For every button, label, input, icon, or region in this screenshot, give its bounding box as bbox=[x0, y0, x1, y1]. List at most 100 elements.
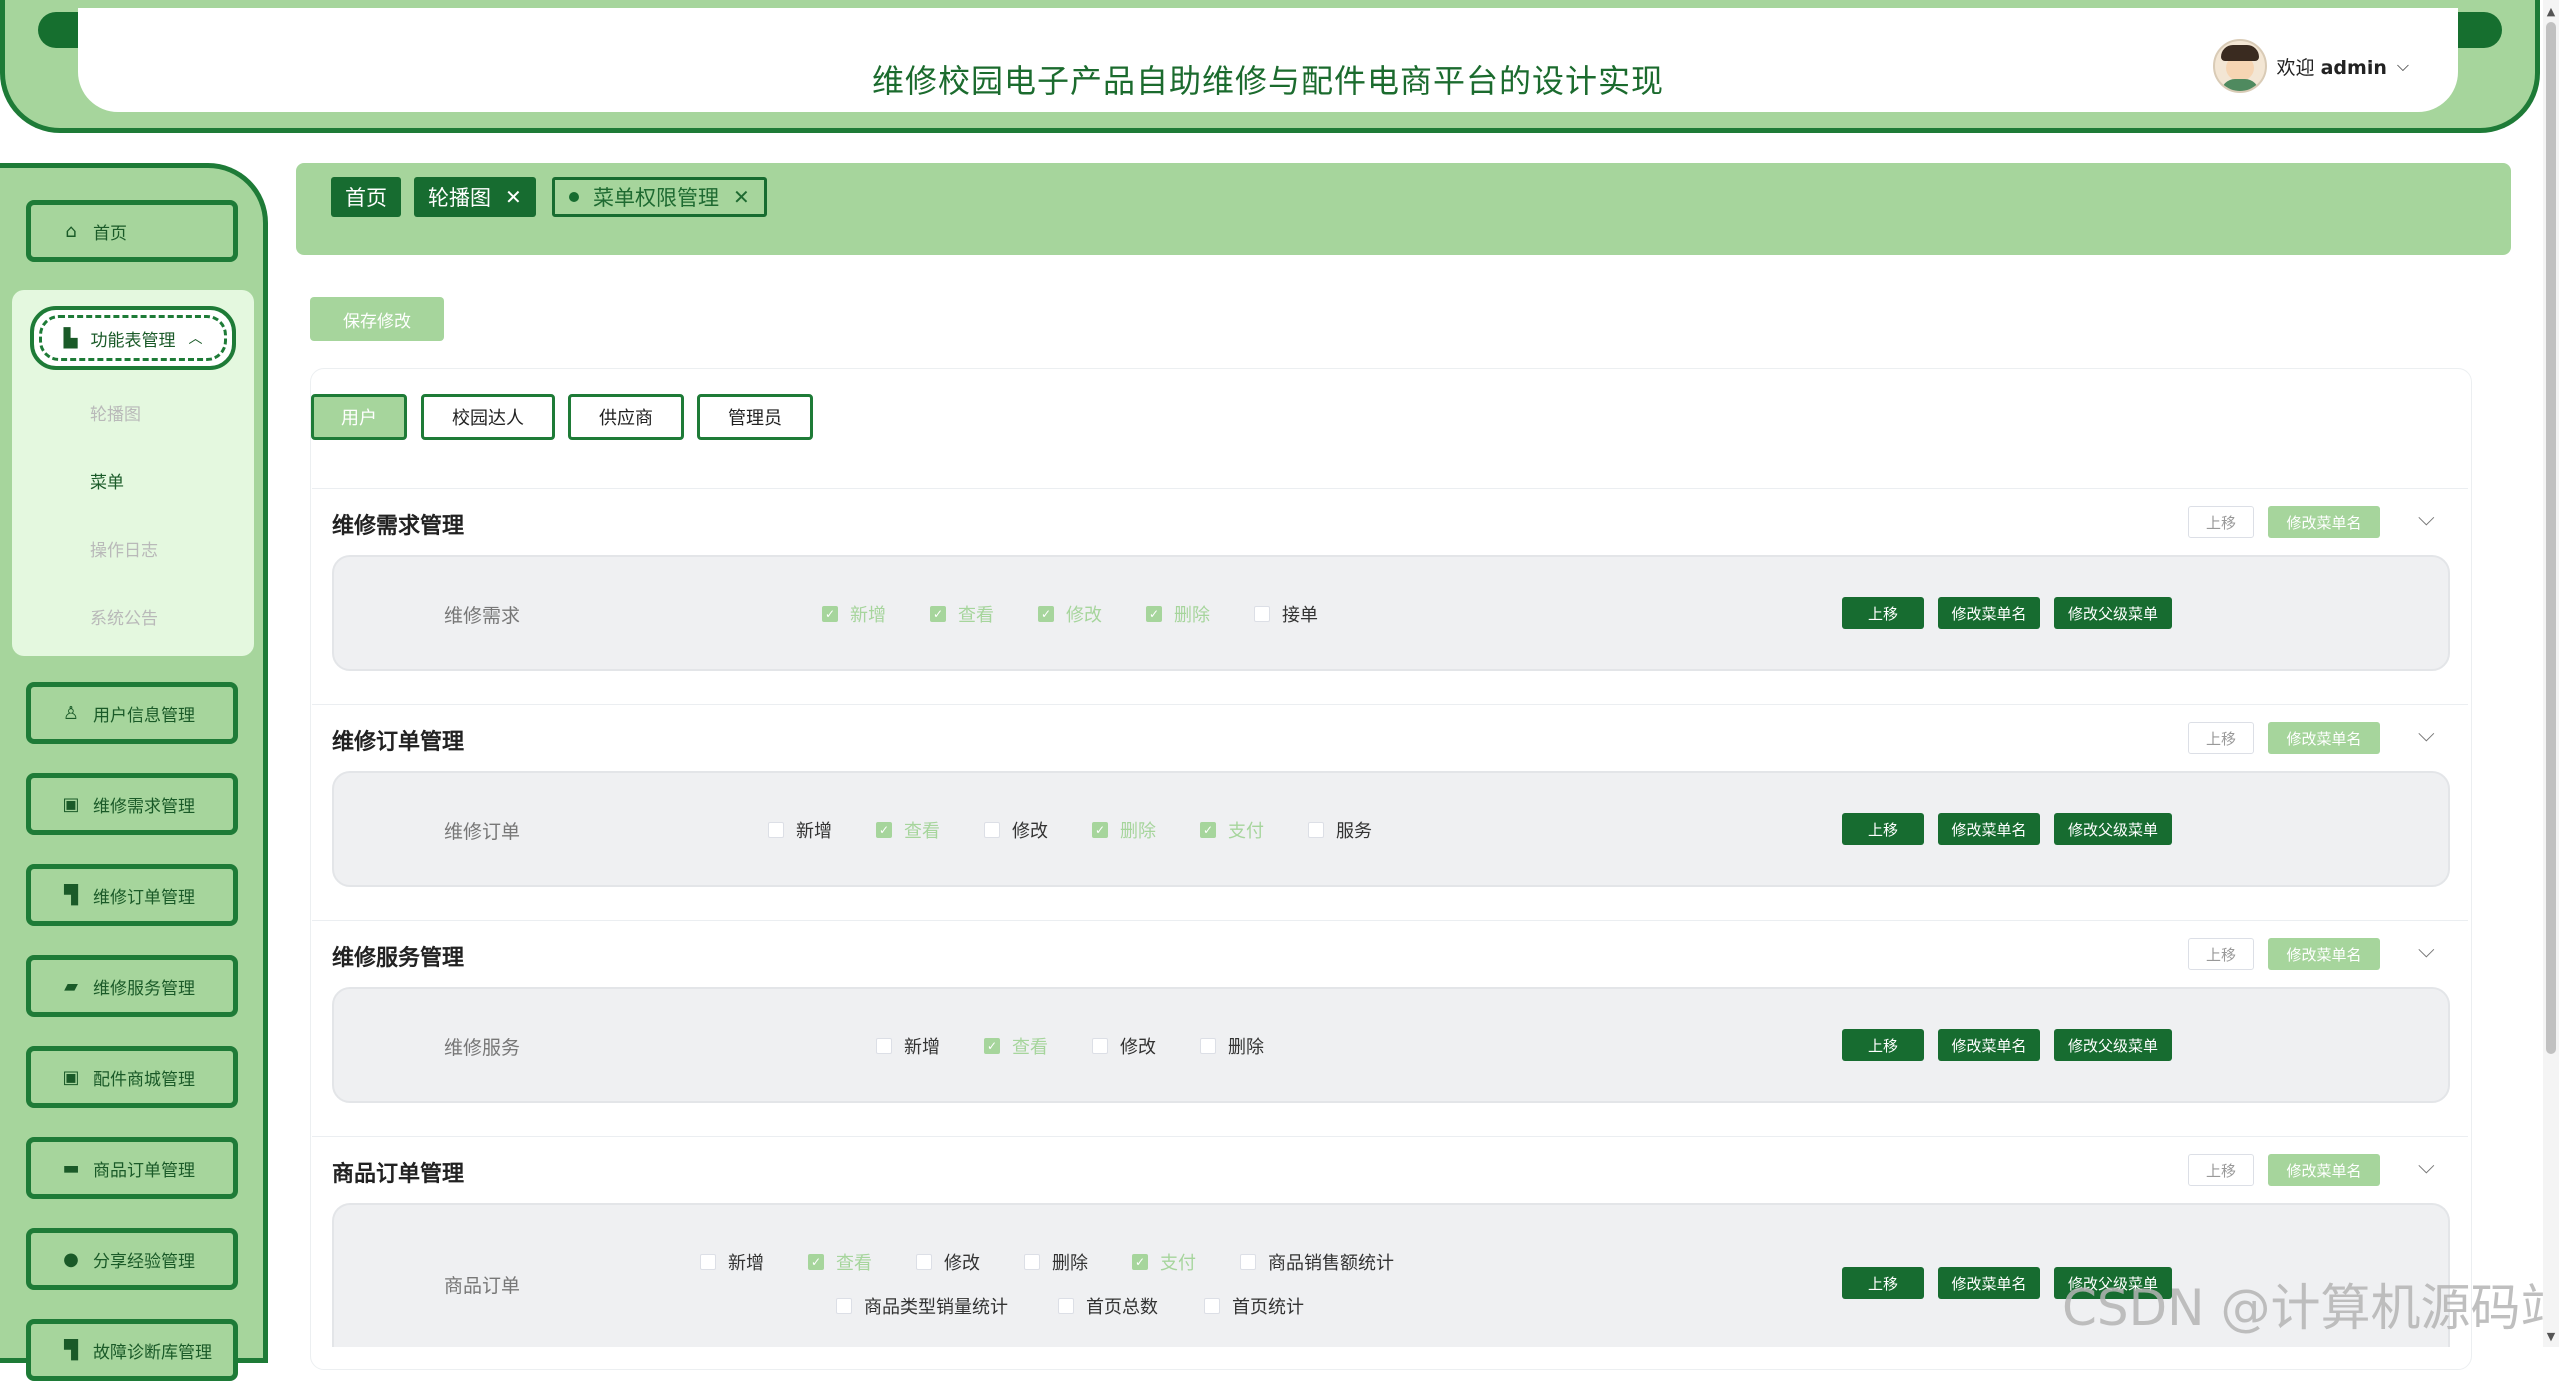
perm-checkbox[interactable]: 服务 bbox=[1308, 817, 1372, 843]
username: admin bbox=[2320, 56, 2387, 79]
sidebar-item-goods-order[interactable]: ▬ 商品订单管理 bbox=[26, 1137, 238, 1199]
scrollbar-thumb[interactable] bbox=[2546, 22, 2556, 1054]
move-up-button[interactable]: 上移 bbox=[1842, 1029, 1924, 1061]
perm-checkbox[interactable]: ✓ 修改 bbox=[1038, 601, 1102, 627]
perm-checkbox[interactable]: 首页总数 bbox=[1058, 1293, 1158, 1319]
perm-checkbox[interactable]: 修改 bbox=[984, 817, 1048, 843]
perm-checkbox[interactable]: ✓ 新增 bbox=[822, 601, 886, 627]
move-up-button[interactable]: 上移 bbox=[1842, 813, 1924, 845]
chevron-up-icon: ︿ bbox=[188, 331, 203, 347]
perm-checkbox[interactable]: 新增 bbox=[768, 817, 832, 843]
folder-icon: ▰ bbox=[64, 975, 78, 997]
sidebar-item-repair-service[interactable]: ▰ 维修服务管理 bbox=[26, 955, 238, 1017]
submenu-item-log[interactable]: 操作日志 bbox=[90, 536, 158, 561]
sidebar-item-label: 配件商城管理 bbox=[93, 1069, 195, 1090]
tab-user[interactable]: 用户 bbox=[311, 394, 407, 440]
perm-checkbox[interactable]: 修改 bbox=[1092, 1033, 1156, 1059]
tag-carousel[interactable]: 轮播图 ✕ bbox=[414, 177, 536, 217]
perm-checkbox[interactable]: ✓ 查看 bbox=[876, 817, 940, 843]
section-title: 维修服务管理 bbox=[332, 946, 465, 971]
rename-parent-button[interactable]: 修改父级菜单 bbox=[2054, 1029, 2172, 1061]
submenu-item-carousel[interactable]: 轮播图 bbox=[90, 400, 141, 425]
sidebar-item-users[interactable]: ♙ 用户信息管理 bbox=[26, 682, 238, 744]
perm-checkbox[interactable]: ✓ 查看 bbox=[808, 1249, 872, 1275]
tab-campus-expert[interactable]: 校园达人 bbox=[421, 394, 555, 440]
tag-menu-permission[interactable]: 菜单权限管理 ✕ bbox=[552, 177, 767, 217]
close-icon[interactable]: ✕ bbox=[505, 185, 522, 209]
chevron-down-icon[interactable]: ⌵ bbox=[2418, 1154, 2435, 1179]
sidebar-item-label: 功能表管理 bbox=[90, 330, 176, 351]
perm-checkbox[interactable]: 商品销售额统计 bbox=[1240, 1249, 1394, 1275]
rename-menu-button[interactable]: 修改菜单名 bbox=[1938, 813, 2040, 845]
rename-parent-button[interactable]: 修改父级菜单 bbox=[2054, 597, 2172, 629]
check-circle-icon: ● bbox=[63, 1248, 79, 1270]
sidebar-item-diagnosis[interactable]: ▜ 故障诊断库管理 bbox=[26, 1319, 238, 1381]
sidebar-item-home[interactable]: ⌂ 首页 bbox=[26, 200, 238, 262]
menu-item-name: 维修订单 bbox=[444, 821, 521, 843]
perm-checkbox[interactable]: ✓ 支付 bbox=[1200, 817, 1264, 843]
perm-checkbox[interactable]: ✓ 支付 bbox=[1132, 1249, 1196, 1275]
active-dot-icon bbox=[569, 192, 579, 202]
sidebar-item-parts-mall[interactable]: ▣ 配件商城管理 bbox=[26, 1046, 238, 1108]
sidebar-item-label: 故障诊断库管理 bbox=[93, 1342, 212, 1363]
move-up-button[interactable]: 上移 bbox=[1842, 597, 1924, 629]
tab-admin[interactable]: 管理员 bbox=[697, 394, 813, 440]
menu-item-name: 维修服务 bbox=[444, 1037, 521, 1059]
rename-menu-button[interactable]: 修改菜单名 bbox=[1938, 597, 2040, 629]
section-up-button[interactable]: 上移 bbox=[2188, 722, 2254, 754]
rename-parent-button[interactable]: 修改父级菜单 bbox=[2054, 813, 2172, 845]
chevron-down-icon[interactable]: ⌵ bbox=[2418, 506, 2435, 531]
chevron-down-icon[interactable]: ⌵ bbox=[2418, 938, 2435, 963]
perm-checkbox[interactable]: 新增 bbox=[876, 1033, 940, 1059]
section-up-button[interactable]: 上移 bbox=[2188, 506, 2254, 538]
perm-checkbox[interactable]: 修改 bbox=[916, 1249, 980, 1275]
section-rename-button[interactable]: 修改菜单名 bbox=[2268, 1154, 2380, 1186]
user-icon: ♙ bbox=[62, 702, 80, 724]
close-icon[interactable]: ✕ bbox=[733, 185, 750, 209]
perm-checkbox[interactable]: ✓ 删除 bbox=[1146, 601, 1210, 627]
perm-checkbox[interactable]: 新增 bbox=[700, 1249, 764, 1275]
chip-icon: ▣ bbox=[62, 793, 80, 815]
chevron-down-icon[interactable]: ⌵ bbox=[2418, 722, 2435, 747]
perm-checkbox[interactable]: 接单 bbox=[1254, 601, 1318, 627]
perm-checkbox[interactable]: 首页统计 bbox=[1204, 1293, 1304, 1319]
section-rename-button[interactable]: 修改菜单名 bbox=[2268, 722, 2380, 754]
rename-menu-button[interactable]: 修改菜单名 bbox=[1938, 1029, 2040, 1061]
section-up-button[interactable]: 上移 bbox=[2188, 938, 2254, 970]
welcome-text: 欢迎 admin bbox=[2277, 53, 2387, 80]
submenu-item-notice[interactable]: 系统公告 bbox=[90, 604, 158, 629]
section-rename-button[interactable]: 修改菜单名 bbox=[2268, 938, 2380, 970]
tag-label: 轮播图 bbox=[428, 186, 491, 210]
cart-icon: ▜ bbox=[64, 1339, 78, 1361]
section-rename-button[interactable]: 修改菜单名 bbox=[2268, 506, 2380, 538]
submenu-item-menu[interactable]: 菜单 bbox=[90, 468, 124, 493]
perm-checkbox[interactable]: ✓ 删除 bbox=[1092, 817, 1156, 843]
tag-home[interactable]: 首页 bbox=[331, 177, 401, 217]
move-up-button[interactable]: 上移 bbox=[1842, 1267, 1924, 1299]
menu-item-name: 商品订单 bbox=[444, 1275, 521, 1297]
perm-checkbox[interactable]: 删除 bbox=[1024, 1249, 1088, 1275]
save-button[interactable]: 保存修改 bbox=[310, 297, 444, 341]
menu-item-card: 维修服务 新增 ✓ 查看 修改 删除 上移 修改菜单名 修改父级菜单 bbox=[332, 987, 2450, 1103]
sidebar-item-share[interactable]: ● 分享经验管理 bbox=[26, 1228, 238, 1290]
menu-item-name: 维修需求 bbox=[444, 605, 521, 627]
sidebar-item-function[interactable]: ▙ 功能表管理 ︿ bbox=[30, 306, 236, 370]
rename-menu-button[interactable]: 修改菜单名 bbox=[1938, 1267, 2040, 1299]
divider bbox=[312, 1136, 2468, 1137]
perm-checkbox[interactable]: ✓ 查看 bbox=[930, 601, 994, 627]
divider bbox=[312, 704, 2468, 705]
perm-checkbox[interactable]: 删除 bbox=[1200, 1033, 1264, 1059]
tab-supplier[interactable]: 供应商 bbox=[568, 394, 684, 440]
cart-icon: ▜ bbox=[64, 884, 78, 906]
section-up-button[interactable]: 上移 bbox=[2188, 1154, 2254, 1186]
scroll-down-arrow-icon[interactable]: ▼ bbox=[2544, 1327, 2558, 1345]
section-title: 维修订单管理 bbox=[332, 730, 465, 755]
perm-checkbox[interactable]: 商品类型销量统计 bbox=[836, 1293, 1008, 1319]
user-menu[interactable]: 欢迎 admin ⌵ bbox=[2212, 39, 2409, 93]
sidebar-item-repair-order[interactable]: ▜ 维修订单管理 bbox=[26, 864, 238, 926]
sidebar-item-repair-demand[interactable]: ▣ 维修需求管理 bbox=[26, 773, 238, 835]
submenu-function: ▙ 功能表管理 ︿ 轮播图 菜单 操作日志 系统公告 bbox=[12, 290, 254, 656]
home-icon: ⌂ bbox=[65, 220, 77, 242]
perm-checkbox[interactable]: ✓ 查看 bbox=[984, 1033, 1048, 1059]
scroll-up-arrow-icon[interactable]: ▲ bbox=[2544, 2, 2558, 20]
